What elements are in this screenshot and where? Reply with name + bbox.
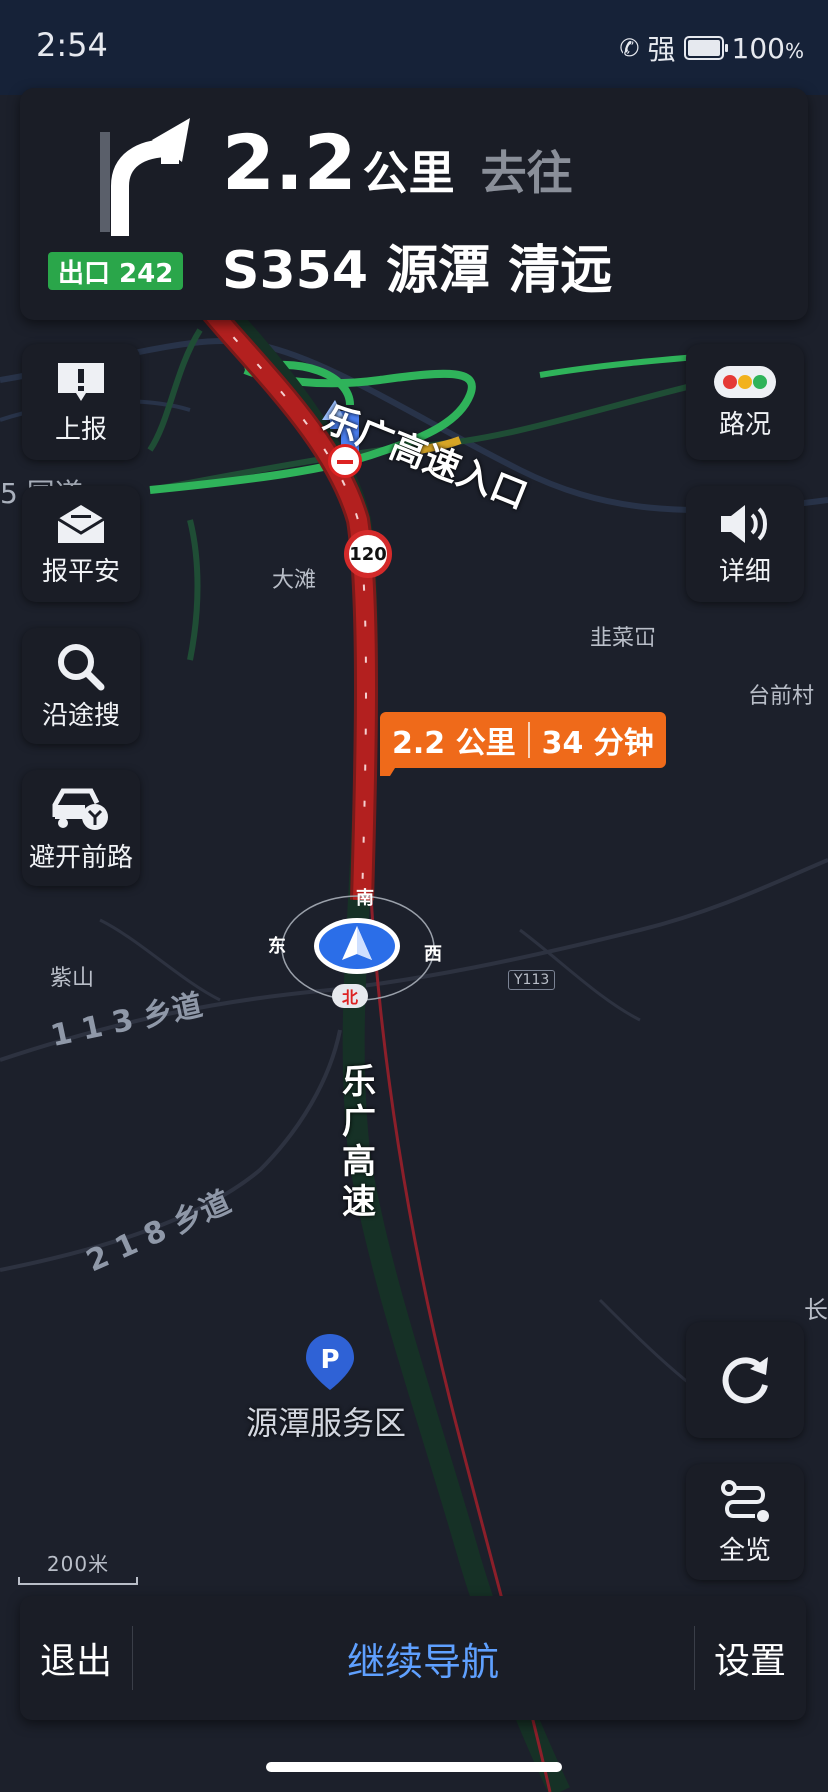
- exit-navigation-button[interactable]: 退出: [20, 1596, 132, 1720]
- eta-distance: 2.2 公里: [392, 726, 516, 761]
- map-label-dadan: 大滩: [272, 568, 317, 593]
- map-scale: 200米: [18, 1548, 138, 1585]
- compass-north: 北: [341, 988, 358, 1007]
- status-bar: 2:54 ✆ 强 100%: [0, 0, 828, 90]
- highway-name: 乐广高速: [342, 1062, 376, 1222]
- report-safe-button[interactable]: 报平安: [22, 486, 140, 602]
- speed-limit-value: 120: [349, 543, 387, 565]
- turn-distance-unit: 公里: [362, 146, 455, 200]
- voice-detail-button[interactable]: 详细: [686, 486, 804, 602]
- refresh-route-button[interactable]: [686, 1322, 804, 1438]
- eta-callout: 2.2 公里 34 分钟: [380, 712, 666, 768]
- report-safe-label: 报平安: [41, 556, 120, 587]
- report-button-label: 上报: [54, 414, 107, 445]
- search-along-label: 沿途搜: [41, 700, 120, 731]
- battery-unit: %: [784, 38, 804, 63]
- scale-label: 200米: [46, 1552, 110, 1576]
- gps-icon: ✆: [619, 34, 640, 62]
- battery-percent: 100: [731, 31, 785, 65]
- route-overview-label: 全览: [718, 1535, 771, 1566]
- map-label-highway: 乐广高速: [342, 1062, 378, 1222]
- continue-navigation-button[interactable]: 继续导航: [134, 1596, 712, 1720]
- turn-right-arrow-icon: [100, 118, 190, 236]
- eta-callout-tail: [380, 760, 400, 776]
- signal-strength: 强: [647, 33, 676, 66]
- envelope-icon: [57, 504, 105, 543]
- report-icon: [58, 362, 104, 401]
- car-avoid-icon: [52, 788, 108, 830]
- turn-guidance-panel[interactable]: 出口 242 2.2 公里 去往 S354 源潭 清远: [20, 88, 808, 320]
- avoid-road-label: 避开前路: [28, 842, 133, 873]
- traffic-button[interactable]: 路况: [686, 344, 804, 460]
- map-label-partial-right: 长: [804, 1296, 828, 1324]
- map-label-jiucai: 韭菜冚: [590, 626, 657, 651]
- turn-distance: 2.2: [222, 118, 357, 207]
- route-overview-icon: [721, 1479, 769, 1522]
- direction-word: 去往: [480, 146, 573, 200]
- settings-button[interactable]: 设置: [694, 1596, 806, 1720]
- next-road-name: S354 源潭 清远: [222, 241, 613, 301]
- vehicle-position-icon: [312, 916, 402, 976]
- map-label-y113: Y113: [508, 970, 556, 990]
- traffic-light-icon: [714, 365, 776, 398]
- svg-text:P: P: [320, 1345, 339, 1375]
- scale-bar: [18, 1577, 138, 1585]
- search-along-button[interactable]: 沿途搜: [22, 628, 140, 744]
- status-indicators: ✆ 强 100%: [619, 28, 804, 68]
- route-overview-button[interactable]: 全览: [686, 1464, 804, 1580]
- search-icon: [58, 643, 105, 690]
- speaker-icon: [721, 504, 767, 543]
- voice-detail-label: 详细: [718, 556, 771, 587]
- compass-west: 西: [424, 944, 442, 965]
- avoid-road-button[interactable]: 避开前路: [22, 770, 140, 886]
- compass-east: 东: [268, 936, 286, 957]
- bottom-divider-left: [132, 1626, 133, 1690]
- traffic-button-label: 路况: [718, 409, 771, 440]
- status-time: 2:54: [36, 26, 108, 64]
- distance-row: 2.2 公里 去往: [222, 118, 573, 207]
- exit-badge: 出口 242: [48, 252, 184, 290]
- speed-limit-sign: 120: [344, 530, 392, 578]
- compass-south: 南: [356, 888, 374, 909]
- no-entry-icon: [328, 444, 362, 478]
- navigation-bottom-bar: 退出 继续导航 设置: [20, 1596, 806, 1720]
- report-button[interactable]: 上报: [22, 344, 140, 460]
- map-label-service-area: 源潭服务区: [246, 1404, 407, 1442]
- map-label-zishan: 紫山: [50, 966, 95, 991]
- map-label-taiqian: 台前村: [748, 684, 815, 709]
- service-area-pin[interactable]: P: [304, 1332, 356, 1394]
- eta-time: 34 分钟: [541, 726, 654, 761]
- parking-icon: P: [306, 1334, 354, 1390]
- home-indicator[interactable]: [266, 1762, 562, 1772]
- refresh-icon: [722, 1357, 768, 1404]
- battery-level: 100%: [732, 32, 804, 65]
- battery-icon: [683, 36, 728, 60]
- compass-north-badge: 北: [332, 984, 368, 1008]
- eta-divider: [527, 722, 530, 758]
